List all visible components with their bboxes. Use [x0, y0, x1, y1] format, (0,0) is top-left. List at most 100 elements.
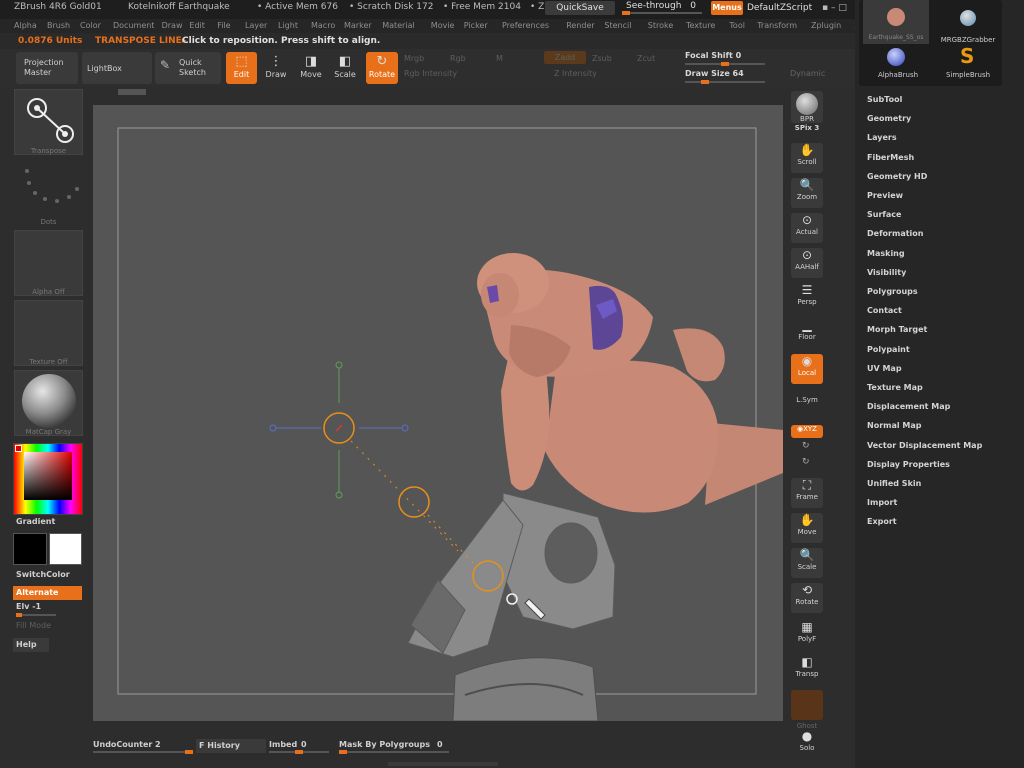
focal-shift-slider[interactable]: Focal Shift 0 — [685, 51, 765, 66]
rotate-button[interactable]: ↻ Rotate — [366, 52, 398, 84]
elv-handle[interactable] — [16, 613, 22, 617]
menus-toggle[interactable]: Menus — [711, 1, 743, 15]
see-through-handle[interactable] — [622, 11, 630, 15]
aahalf-button[interactable]: ⊙ AAHalf — [791, 248, 823, 278]
secondary-color[interactable] — [49, 533, 82, 565]
scale-button[interactable]: ◧ Scale — [330, 52, 360, 84]
ghost-button[interactable]: Ghost — [791, 690, 823, 730]
imbed-handle[interactable] — [295, 750, 303, 754]
tool-menu-normal-map[interactable]: Normal Map — [867, 421, 921, 430]
frame-button[interactable]: ⛶ Frame — [791, 478, 823, 508]
tool-menu-polygroups[interactable]: Polygroups — [867, 287, 918, 296]
zoom-button[interactable]: 🔍 Zoom — [791, 178, 823, 208]
tool-menu-masking[interactable]: Masking — [867, 249, 905, 258]
undo-counter-slider[interactable]: UndoCounter 2 — [93, 732, 193, 760]
menu-color[interactable]: Color — [80, 21, 101, 30]
zadd-button[interactable]: Zadd — [544, 51, 586, 64]
help-button[interactable]: Help — [13, 638, 49, 652]
canvas-tab[interactable] — [118, 89, 146, 95]
rotate-view-button[interactable]: ⟲ Rotate — [791, 583, 823, 613]
quicksave-button[interactable]: QuickSave — [545, 1, 615, 15]
solo-button[interactable]: ● Solo — [791, 729, 823, 755]
tool-menu-unified-skin[interactable]: Unified Skin — [867, 479, 921, 488]
tool-menu-surface[interactable]: Surface — [867, 210, 901, 219]
tool-menu-layers[interactable]: Layers — [867, 133, 897, 142]
move-view-button[interactable]: ✋ Move — [791, 513, 823, 543]
mask-by-polygroups-handle[interactable] — [339, 750, 347, 754]
mask-by-polygroups-slider[interactable]: Mask By Polygroups 0 — [339, 732, 449, 760]
menu-tool[interactable]: Tool — [729, 21, 745, 30]
tool-thumbnail[interactable]: Earthquake_SS_os — [863, 0, 929, 44]
menu-zplugin[interactable]: Zplugin — [811, 21, 841, 30]
z-intensity-slider[interactable]: Z Intensity — [554, 69, 597, 78]
local-button[interactable]: ◉ Local — [791, 354, 823, 384]
lsym-button[interactable]: L.Sym — [791, 396, 823, 416]
document-canvas[interactable] — [93, 105, 783, 721]
tool-menu-fibermesh[interactable]: FiberMesh — [867, 153, 914, 162]
simple-brush[interactable]: S SimpleBrush — [936, 44, 1000, 84]
tool-menu-displacement-map[interactable]: Displacement Map — [867, 402, 950, 411]
floor-button[interactable]: ▁ Floor — [791, 318, 823, 348]
zcut-button[interactable]: Zcut — [637, 54, 655, 63]
zsub-button[interactable]: Zsub — [592, 54, 612, 63]
dynamic-toggle[interactable]: Dynamic — [790, 69, 825, 78]
rgb-button[interactable]: Rgb — [450, 54, 466, 63]
m-button[interactable]: M — [496, 54, 503, 63]
draw-button[interactable]: ⋮ Draw — [261, 52, 291, 84]
undo-counter-handle[interactable] — [185, 750, 193, 754]
layout-icon[interactable]: ▪ — [822, 3, 828, 13]
actual-button[interactable]: ⊙ Actual — [791, 213, 823, 243]
transpose-tool-tile[interactable]: Transpose — [14, 89, 83, 155]
tool-menu-morph-target[interactable]: Morph Target — [867, 325, 927, 334]
draw-size-handle[interactable] — [701, 80, 709, 84]
menu-transform[interactable]: Transform — [757, 21, 797, 30]
menu-file[interactable]: File — [217, 21, 230, 30]
alternate-toggle[interactable]: Alternate — [13, 586, 82, 600]
tool-menu-geometry-hd[interactable]: Geometry HD — [867, 172, 927, 181]
rotate-axis-icon[interactable]: ↻ — [802, 441, 810, 451]
lightbox-button[interactable]: LightBox — [82, 52, 152, 84]
history-button[interactable]: F History — [196, 739, 266, 753]
bpr-button[interactable]: BPR — [791, 91, 823, 123]
switch-color-button[interactable]: SwitchColor — [16, 570, 70, 579]
material-tile[interactable]: MatCap Gray — [14, 370, 83, 436]
menu-texture[interactable]: Texture — [686, 21, 715, 30]
spix-slider[interactable]: SPix 3 — [791, 124, 823, 136]
menu-edit[interactable]: Edit — [189, 21, 205, 30]
color-square[interactable] — [24, 452, 72, 500]
gradient-toggle[interactable]: Gradient — [16, 517, 55, 526]
tool-menu-import[interactable]: Import — [867, 498, 897, 507]
rgb-intensity-slider[interactable]: Rgb Intensity — [404, 69, 457, 78]
tool-menu-visibility[interactable]: Visibility — [867, 268, 906, 277]
persp-button[interactable]: ☰ Persp — [791, 283, 823, 313]
minimize-icon[interactable]: – — [831, 3, 836, 13]
scale-view-button[interactable]: 🔍 Scale — [791, 548, 823, 578]
default-zscript-button[interactable]: DefaultZScript — [747, 1, 812, 15]
color-picker[interactable] — [13, 443, 83, 515]
move-button[interactable]: ◨ Move — [296, 52, 326, 84]
xyz-button[interactable]: ◉XYZ — [791, 425, 823, 438]
menu-marker[interactable]: Marker — [344, 21, 372, 30]
tool-menu-uv-map[interactable]: UV Map — [867, 364, 902, 373]
tool-menu-vector-displacement-map[interactable]: Vector Displacement Map — [867, 441, 982, 450]
tool-menu-polypaint[interactable]: Polypaint — [867, 345, 910, 354]
quick-sketch-button[interactable]: Quick Sketch ✎ — [155, 52, 221, 84]
rotate-axis-alt-icon[interactable]: ↻ — [802, 457, 810, 467]
menu-layer[interactable]: Layer — [245, 21, 267, 30]
polyf-button[interactable]: ▦ PolyF — [791, 620, 823, 650]
draw-size-slider[interactable]: Draw Size 64 — [685, 69, 765, 84]
stroke-tile[interactable]: Dots — [14, 160, 83, 226]
fill-mode-toggle[interactable]: Fill Mode — [16, 621, 51, 630]
grabber-brush[interactable]: MRGBZGrabber — [936, 0, 1000, 44]
maximize-icon[interactable]: □ — [838, 3, 847, 13]
tool-menu-subtool[interactable]: SubTool — [867, 95, 902, 104]
tool-menu-display-properties[interactable]: Display Properties — [867, 460, 950, 469]
alpha-tile[interactable]: Alpha Off — [14, 230, 83, 296]
tool-menu-deformation[interactable]: Deformation — [867, 229, 923, 238]
menu-material[interactable]: Material — [382, 21, 415, 30]
menu-picker[interactable]: Picker — [464, 21, 488, 30]
imbed-slider[interactable]: Imbed 0 — [269, 732, 329, 760]
menu-light[interactable]: Light — [278, 21, 298, 30]
tool-menu-contact[interactable]: Contact — [867, 306, 902, 315]
focal-shift-handle[interactable] — [721, 62, 729, 66]
